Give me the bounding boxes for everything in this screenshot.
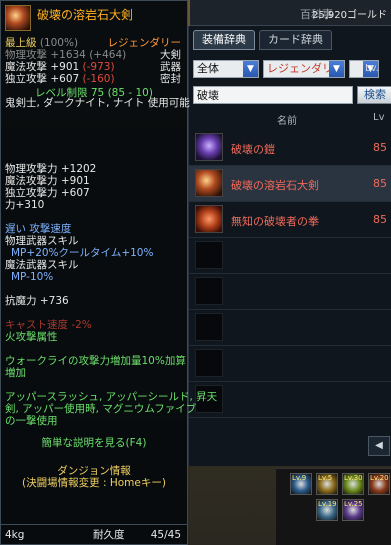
item-type: 大剣	[160, 49, 181, 61]
option-text: 剣, アッパー使用時, マグニウムファイブ	[5, 403, 197, 415]
tab-equipment-dictionary[interactable]: 装備辞典	[193, 30, 255, 50]
empty-slot	[189, 274, 391, 310]
skill-slot[interactable]: Lv.20	[368, 473, 390, 495]
item-level: 85	[373, 177, 387, 190]
physical-weapon-skill-detail: MP+20%クールタイム+10%	[11, 247, 154, 259]
magic-weapon-skill: 魔法武器スキル	[5, 259, 79, 271]
dungeon-info-subtitle: (決闘場情報変更 : Homeキー)	[22, 477, 166, 489]
skill-slot[interactable]: Lv.5	[316, 473, 338, 495]
item-name: 破壊の溶岩石大剣	[231, 179, 319, 192]
search-row: 検索	[193, 86, 391, 104]
tooltip-footer: 4kg 耐久度 45/45	[1, 524, 187, 544]
skill-level: Lv.19	[318, 500, 337, 508]
usable-classes: 鬼剣士, ダークナイト, ナイト 使用可能	[5, 97, 190, 109]
brief-description-link[interactable]: 簡単な説明を見る(F4)	[1, 437, 187, 450]
level-filter-label: Lv.	[365, 63, 379, 74]
independent-attack-line: 独立攻撃 +607 (-160)	[5, 73, 115, 85]
greatsword-icon	[5, 5, 31, 31]
filter-row: 全体 ▼ レジェンダリー ▼ ▼	[193, 60, 379, 78]
stat-line: 魔法攻撃力 +901	[5, 175, 90, 187]
category-select[interactable]: 全体 ▼	[193, 60, 259, 78]
independent-attack-diff: (-160)	[82, 73, 115, 85]
empty-slot-icon	[195, 349, 223, 377]
empty-slot	[189, 238, 391, 274]
durability-label: 耐久度	[93, 529, 125, 541]
physical-attack-line: 物理攻撃 +1634 (+464)	[5, 49, 127, 61]
search-button[interactable]: 検索	[357, 86, 391, 104]
magic-weapon-skill-detail: MP-10%	[11, 271, 54, 283]
magic-attack-line: 魔法攻撃 +901 (-973)	[5, 61, 115, 73]
cast-speed: キャスト速度 -2%	[5, 319, 92, 331]
magic-attack-value: 魔法攻撃 +901	[5, 61, 80, 73]
grade-percent: (100%)	[39, 37, 79, 49]
option-text: の一撃使用	[5, 415, 58, 427]
empty-slot-icon	[195, 277, 223, 305]
chevron-down-icon: ▼	[243, 61, 258, 77]
top-status-bar: 百科事 25,920ゴールド	[190, 0, 391, 26]
item-name: 無知の破壊者の拳	[231, 215, 319, 228]
greatsword-icon	[195, 169, 223, 197]
item-tooltip: 破壊の溶岩石大剣 最上級 (100%) レジェンダリー 物理攻撃 +1634 (…	[0, 0, 217, 545]
equipment-dictionary-panel: 装備辞典 カード辞典 全体 ▼ レジェンダリー ▼ ▼ Lv. 検索 名前 Lv…	[188, 26, 391, 466]
item-level: 85	[373, 141, 387, 154]
empty-slot	[189, 382, 391, 418]
tab-card-dictionary[interactable]: カード辞典	[259, 30, 332, 50]
independent-attack-value: 独立攻撃 +607	[5, 73, 80, 85]
item-weight: 4kg	[5, 529, 25, 541]
magic-resistance: 抗魔力 +736	[5, 295, 69, 307]
option-text: 増加	[5, 367, 26, 379]
search-input[interactable]	[193, 86, 353, 104]
skill-level: Lv.20	[370, 474, 389, 482]
fist-icon	[195, 205, 223, 233]
item-name: 破壊の鎧	[231, 143, 275, 156]
skill-slot[interactable]: Lv.30	[342, 473, 364, 495]
item-grade: 最上級 (100%)	[5, 37, 78, 49]
category-select-value: 全体	[197, 62, 219, 75]
option-text: アッパースラッシュ, アッパーシールド, 昇天	[5, 391, 218, 403]
skill-level: Lv.30	[344, 474, 363, 482]
dictionary-tabs: 装備辞典 カード辞典	[193, 30, 332, 50]
empty-slot-icon	[195, 313, 223, 341]
rarity-select[interactable]: レジェンダリー ▼	[263, 60, 345, 78]
skill-slot[interactable]: Lv.9	[290, 473, 312, 495]
item-rarity: レジェンダリー	[107, 37, 182, 49]
skill-slot[interactable]: Lv.19	[316, 499, 338, 521]
column-name-header: 名前	[277, 116, 297, 127]
element-attribute: 火攻撃属性	[5, 331, 58, 343]
empty-slot	[189, 310, 391, 346]
attack-speed: 遅い 攻撃速度	[5, 223, 72, 235]
skill-slot[interactable]: Lv.25	[342, 499, 364, 521]
armor-icon	[195, 133, 223, 161]
stat-line: 力+310	[5, 199, 45, 211]
stat-line: 物理攻撃力 +1202	[5, 163, 97, 175]
skill-level: Lv.25	[344, 500, 363, 508]
item-level: 85	[373, 213, 387, 226]
gold-amount: 25,920ゴールド	[312, 10, 387, 21]
skill-level: Lv.5	[318, 474, 333, 482]
physical-weapon-skill: 物理武器スキル	[5, 235, 79, 247]
list-item[interactable]: 破壊の鎧 85	[189, 130, 391, 166]
list-header: 名前 Lv	[189, 112, 391, 128]
skill-level: Lv.9	[292, 474, 307, 482]
item-list: 破壊の鎧 85 破壊の溶岩石大剣 85 無知の破壊者の拳 85	[189, 130, 391, 418]
item-slot: 武器	[160, 61, 181, 73]
magic-attack-diff: (-973)	[82, 61, 115, 73]
chevron-down-icon: ▼	[329, 61, 344, 77]
empty-slot-icon	[195, 241, 223, 269]
previous-page-button[interactable]: ◀	[368, 436, 390, 456]
bind-status: 密封	[160, 73, 181, 85]
grade-text: 最上級	[5, 37, 37, 49]
column-lv-header: Lv	[373, 112, 385, 123]
stat-line: 独立攻撃力 +607	[5, 187, 90, 199]
item-title: 破壊の溶岩石大剣	[37, 8, 134, 22]
option-text: ウォークライの攻撃力増加量10%加算	[5, 355, 186, 367]
list-item[interactable]: 無知の破壊者の拳 85	[189, 202, 391, 238]
list-item[interactable]: 破壊の溶岩石大剣 85	[189, 166, 391, 202]
skill-bar: Lv.9 Lv.5 Lv.30 Lv.20 Lv.19 Lv.25	[276, 468, 391, 545]
durability-value: 45/45	[150, 529, 181, 541]
empty-slot	[189, 346, 391, 382]
